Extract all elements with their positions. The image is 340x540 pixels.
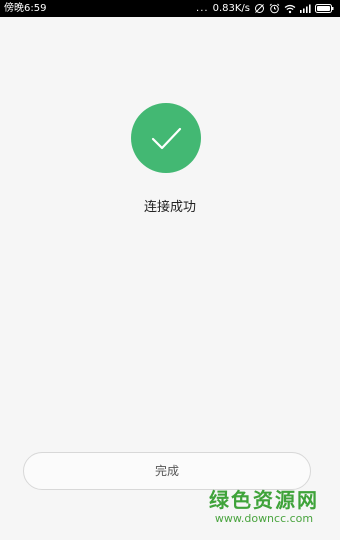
- battery-icon: [315, 4, 334, 13]
- watermark-url: www.downcc.com: [214, 512, 314, 525]
- status-icons: ... 0.83K/s: [196, 0, 334, 17]
- done-button[interactable]: 完成: [23, 452, 311, 490]
- cellular-signal-icon: [300, 4, 311, 13]
- signal-off-icon: [254, 3, 265, 14]
- checkmark-icon: [151, 127, 182, 150]
- connection-success-message: 连接成功: [143, 200, 196, 215]
- alarm-icon: [269, 3, 280, 14]
- watermark: 绿色资源网 www.downcc.com: [202, 488, 326, 526]
- status-time: 傍晚6:59: [4, 3, 47, 14]
- status-dots: ...: [196, 3, 209, 14]
- success-checkmark-icon: [131, 103, 201, 173]
- wifi-icon: [284, 4, 296, 14]
- status-bar: 傍晚6:59 ... 0.83K/s: [0, 0, 340, 17]
- network-speed: 0.83K/s: [212, 3, 250, 14]
- watermark-title: 绿色资源网: [209, 488, 319, 512]
